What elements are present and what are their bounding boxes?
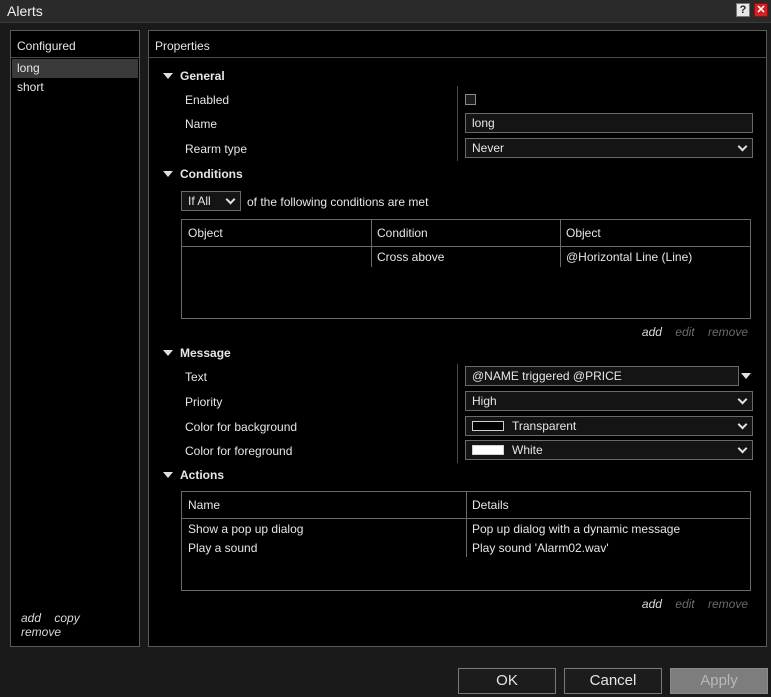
name-input[interactable]: long [465,113,753,133]
rearm-type-label: Rearm type [185,142,248,156]
help-button[interactable]: ? [736,3,750,17]
message-text-label: Text [185,370,208,384]
close-button[interactable]: ✕ [754,3,768,17]
conditions-edit-link[interactable]: edit [675,325,694,339]
configured-header: Configured [17,39,76,53]
section-message-title: Message [180,346,231,360]
conditions-remove-link[interactable]: remove [708,325,748,339]
foreground-color-select[interactable]: White [465,440,753,460]
properties-divider [149,57,766,58]
actions-col-name[interactable]: Name [182,492,220,518]
background-color-select[interactable]: Transparent [465,416,753,436]
section-message[interactable]: Message [163,346,231,360]
conditions-links: add edit remove [632,325,748,339]
conditions-col-condition[interactable]: Condition [371,220,428,246]
configured-add-link[interactable]: add [21,611,41,625]
enabled-label: Enabled [185,93,230,107]
conditions-col-object[interactable]: Object [182,220,223,246]
cancel-button[interactable]: Cancel [564,668,662,694]
chevron-down-icon [737,419,748,430]
enabled-checkbox[interactable] [465,94,476,105]
foreground-color-swatch [472,445,504,455]
action-name-cell: Show a pop up dialog [188,522,304,536]
name-input-value: long [472,116,495,130]
configured-links: add copy remove [11,611,132,639]
background-color-swatch [472,421,504,431]
chevron-down-icon [225,194,236,205]
actions-edit-link[interactable]: edit [675,597,694,611]
foreground-color-label: Color for foreground [185,444,293,458]
background-color-label: Color for background [185,420,298,434]
collapse-triangle-icon [163,73,173,79]
configured-item-label: long [17,61,40,75]
priority-select[interactable]: High [465,391,753,411]
action-details-cell: Pop up dialog with a dynamic message [472,522,681,536]
apply-button[interactable]: Apply [670,668,768,694]
condition-mode-suffix: of the following conditions are met [247,195,429,209]
chevron-down-icon [737,141,748,152]
configured-divider [11,57,139,58]
priority-value: High [472,394,497,408]
actions-col-details[interactable]: Details [466,492,509,518]
properties-panel: Properties General Enabled Name long Rea… [148,30,767,647]
configured-item-label: short [17,80,44,94]
action-name-cell: Play a sound [188,541,258,555]
action-details-cell: Play sound 'Alarm02.wav' [472,541,609,555]
foreground-color-value: White [512,443,543,457]
property-column-separator [457,364,458,463]
configured-panel: Configured long short add copy remove [10,30,140,647]
table-row[interactable]: Show a pop up dialog Pop up dialog with … [182,520,750,539]
collapse-triangle-icon [163,171,173,177]
chevron-down-icon [737,394,748,405]
section-general-title: General [180,69,225,83]
rearm-type-select[interactable]: Never [465,138,753,158]
collapse-triangle-icon [163,350,173,356]
condition-mode-value: If All [188,194,211,208]
collapse-triangle-icon [163,472,173,478]
properties-header: Properties [155,39,210,53]
actions-links: add edit remove [632,597,748,611]
background-color-value: Transparent [512,419,577,433]
conditions-table: Object Condition Object Cross above @Hor… [181,219,751,319]
section-actions[interactable]: Actions [163,468,224,482]
configured-copy-link[interactable]: copy [54,611,79,625]
section-conditions[interactable]: Conditions [163,167,243,181]
section-general[interactable]: General [163,69,225,83]
configured-remove-link[interactable]: remove [21,625,61,639]
table-row[interactable]: Cross above @Horizontal Line (Line) [182,248,750,267]
condition-type-cell: Cross above [377,250,445,264]
message-text-input[interactable]: @NAME triggered @PRICE [465,366,739,386]
actions-remove-link[interactable]: remove [708,597,748,611]
actions-table: Name Details Show a pop up dialog Pop up… [181,491,751,591]
ok-button[interactable]: OK [458,668,556,694]
caret-down-icon[interactable] [741,373,751,379]
section-actions-title: Actions [180,468,225,482]
rearm-type-value: Never [472,141,505,155]
conditions-header-row: Object Condition Object [182,220,750,247]
message-text-value: @NAME triggered @PRICE [472,369,622,383]
window-title: Alerts [7,3,43,19]
property-column-separator [457,86,458,161]
conditions-col-object-2[interactable]: Object [560,220,601,246]
configured-item-long[interactable]: long [12,59,138,78]
table-row[interactable]: Play a sound Play sound 'Alarm02.wav' [182,539,750,558]
title-bar: Alerts ? ✕ [0,0,771,23]
actions-add-link[interactable]: add [642,597,662,611]
chevron-down-icon [737,443,748,454]
configured-item-short[interactable]: short [12,78,138,97]
priority-label: Priority [185,395,223,409]
condition-mode-select[interactable]: If All [181,191,241,211]
conditions-add-link[interactable]: add [642,325,662,339]
condition-target-cell: @Horizontal Line (Line) [566,250,693,264]
section-conditions-title: Conditions [180,167,243,181]
name-label: Name [185,117,218,131]
